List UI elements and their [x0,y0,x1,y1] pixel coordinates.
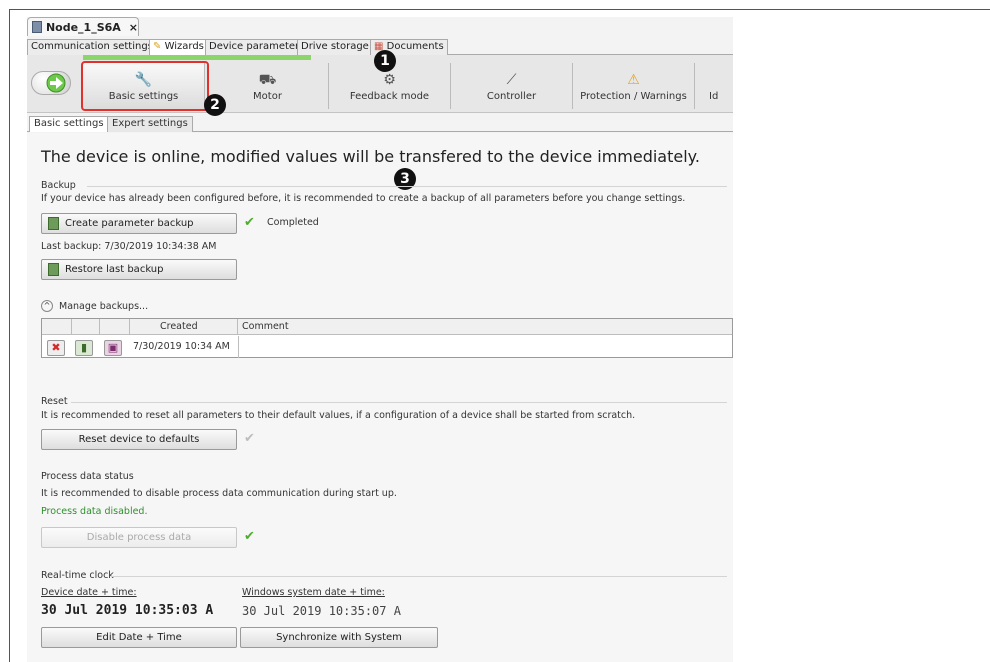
disable-process-data-button[interactable]: Disable process data [41,527,237,548]
backup-icon [48,217,59,230]
application-window: Node_1_S6A × Communication settings ✎ Wi… [27,17,733,662]
status-headline: The device is online, modified values wi… [41,147,700,166]
marker-2: 2 [204,94,226,116]
step-motor-label: Motor [253,91,282,102]
create-backup-label: Create parameter backup [65,218,194,229]
windows-time-value: 30 Jul 2019 10:35:07 A [242,604,401,618]
motor-icon: ⛟ [258,72,277,88]
check-icon: ✔ [244,431,255,446]
document-tab-title: Node_1_S6A [45,20,121,34]
backup-table: Created Comment ✖ ▮ ▣ 7/30/2019 10:34 AM [41,318,733,358]
step-identification-label: Id [709,91,719,102]
table-header-cell [42,319,72,335]
backup-group-label: Backup [41,180,76,191]
device-time-label: Device date + time: [41,587,137,598]
process-status: Process data disabled. [41,506,148,517]
chevron-up-icon[interactable]: ^ [41,300,53,312]
tab-documents-label: Documents [386,41,444,52]
backup-status: Completed [267,217,319,228]
process-group-label: Process data status [41,471,134,482]
divider [71,402,727,403]
last-backup-text: Last backup: 7/30/2019 10:34:38 AM [41,241,217,252]
tab-wizards[interactable]: ✎ Wizards [149,39,208,56]
delete-icon[interactable]: ✖ [47,340,65,356]
highlight-box [81,61,209,111]
manage-backups-link[interactable]: Manage backups... [59,301,148,312]
check-icon: ✔ [244,529,255,544]
synchronize-button[interactable]: Synchronize with System [240,627,438,648]
restore-icon [48,263,59,276]
tab-expert-settings[interactable]: Expert settings [107,116,193,132]
step-controller[interactable]: ⟋ Controller [451,63,573,109]
step-protection-warnings-label: Protection / Warnings [580,91,687,102]
tab-device-parameters[interactable]: Device parameters [205,39,309,55]
clock-group-label: Real-time clock [41,570,114,581]
table-cell-created: 7/30/2019 10:34 AM [133,341,230,352]
restore-row-icon[interactable]: ▮ [75,340,93,356]
check-icon: ✔ [244,215,255,230]
warning-icon: ⚠ [627,72,640,88]
content-panel: The device is online, modified values wi… [27,133,733,662]
restore-backup-button[interactable]: Restore last backup [41,259,237,280]
backup-description: If your device has already been configur… [41,193,686,204]
tab-wizards-label: Wizards [164,41,204,52]
document-tab[interactable]: Node_1_S6A × [27,17,139,36]
save-icon[interactable]: ▣ [104,340,122,356]
chart-icon: ⟋ [506,72,517,88]
tab-drive-storage[interactable]: Drive storage [297,39,373,55]
identification-icon [709,69,733,91]
step-feedback-mode-label: Feedback mode [349,91,430,102]
wizard-progress-bar [83,55,311,60]
create-backup-button[interactable]: Create parameter backup [41,213,237,234]
reset-defaults-button[interactable]: Reset device to defaults [41,429,237,450]
divider [111,576,727,577]
table-header-cell [72,319,100,335]
column-comment: Comment [242,321,289,332]
tab-communication-settings[interactable]: Communication settings [27,39,157,55]
next-arrow-icon[interactable] [45,73,67,93]
table-cell-comment[interactable] [238,336,733,358]
marker-1: 1 [374,50,396,72]
step-controller-label: Controller [486,91,537,102]
step-identification[interactable]: Id [695,63,733,109]
table-header-cell [100,319,130,335]
column-created: Created [130,319,238,335]
feedback-icon: ⚙ [383,72,396,88]
device-time-value: 30 Jul 2019 10:35:03 A [41,603,214,618]
close-icon[interactable]: × [129,21,138,34]
tab-basic-settings[interactable]: Basic settings [29,116,109,132]
inner-tab-bar: Basic settings Expert settings [27,115,733,132]
windows-time-label: Windows system date + time: [242,587,385,598]
step-protection-warnings[interactable]: ⚠ Protection / Warnings [573,63,695,109]
node-icon [32,21,42,33]
process-description: It is recommended to disable process dat… [41,488,397,499]
wand-icon: ✎ [153,41,165,52]
edit-date-time-button[interactable]: Edit Date + Time [41,627,237,648]
reset-description: It is recommended to reset all parameter… [41,410,636,421]
reset-group-label: Reset [41,396,68,407]
divider [87,186,727,187]
restore-backup-label: Restore last backup [65,264,164,275]
